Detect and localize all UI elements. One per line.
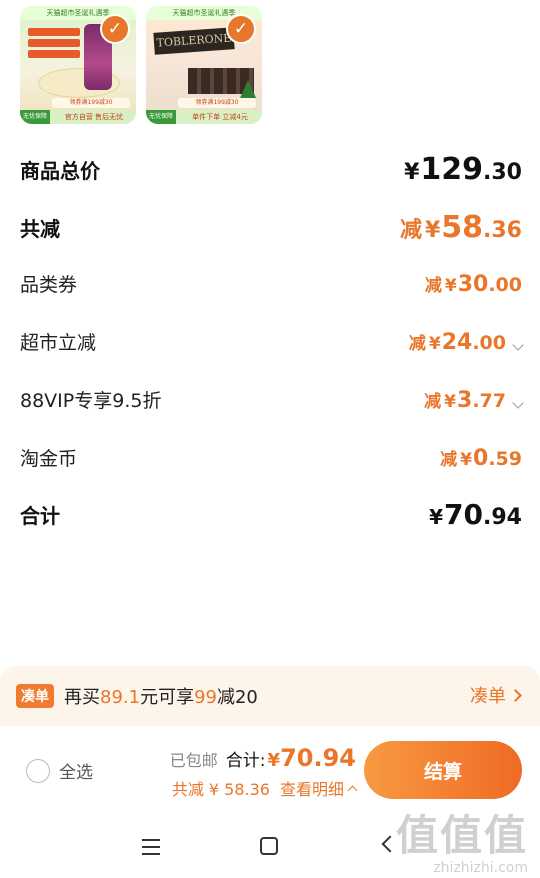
product-tag-bar: 无忧保障 单件下单 立减4元 <box>146 110 262 124</box>
product-brand-label: TOBLERONE <box>153 27 235 55</box>
total-discount-amount: 减 ¥ 58 .36 <box>400 210 522 245</box>
chevron-down-icon[interactable] <box>512 338 524 351</box>
menu-icon[interactable] <box>142 839 160 860</box>
checkout-total-value: 70.94 <box>280 744 356 772</box>
addon-offer-text: 减20 <box>216 687 258 708</box>
subtotal-amount: ¥ 129 .30 <box>401 152 522 187</box>
discount-line-amount: 减 ¥ 0 .59 <box>440 445 522 471</box>
yen-sign: ¥ <box>460 449 473 470</box>
total-discount-label: 共减 <box>20 217 60 241</box>
subtotal-row: 商品总价 ¥ 129 .30 <box>20 152 522 187</box>
view-detail-link[interactable]: 查看明细 <box>280 776 344 800</box>
yen-sign: ¥ <box>444 275 457 296</box>
amount-decimal: .77 <box>472 389 506 412</box>
discount-prefix: 减 <box>399 218 422 243</box>
product-tag: 单件下单 立减4元 <box>192 113 248 121</box>
checkmark-icon[interactable]: ✓ <box>100 14 130 44</box>
amount-decimal: .30 <box>483 160 522 185</box>
chevron-down-icon[interactable] <box>512 396 524 409</box>
chevron-up-icon <box>347 785 358 795</box>
discount-line-label: 品类券 <box>20 274 78 296</box>
product-thumbnail-1[interactable]: 天猫超市圣诞礼遇季 ✓ 领券满199减30 无忧保障 官方自营 售后无忧 <box>20 6 136 124</box>
select-all[interactable]: 全选 <box>26 758 93 783</box>
watermark-url: zhizhizhi.com <box>433 860 528 876</box>
grand-total-label: 合计 <box>20 504 60 528</box>
product-tag-bar: 无忧保障 官方自营 售后无忧 <box>20 110 136 124</box>
amount-decimal: .00 <box>488 273 522 296</box>
product-promo: 领券满199减30 <box>52 98 130 108</box>
addon-link[interactable]: 凑单 <box>470 682 522 708</box>
amount-decimal: .00 <box>472 331 506 354</box>
checkout-bar: 全选 已包邮 合计: ¥ 70.94 共减 ¥ 58.36 查看明细 结算 <box>0 726 540 812</box>
amount-decimal: .59 <box>488 447 522 470</box>
system-nav-bar: 值值值 zhizhizhi.com <box>0 812 540 878</box>
checkout-discount-text: 共减 ¥ 58.36 <box>171 780 270 799</box>
guarantee-badge: 无忧保障 <box>146 110 176 124</box>
checkout-button[interactable]: 结算 <box>364 741 522 799</box>
amount-integer: 70 <box>444 498 484 531</box>
amount-integer: 3 <box>457 387 473 413</box>
discount-prefix: 减 <box>440 449 458 470</box>
discount-prefix: 减 <box>424 275 442 296</box>
discount-prefix: 减 <box>424 391 442 412</box>
amount-decimal: .94 <box>483 505 522 530</box>
cart-settlement-page: 天猫超市圣诞礼遇季 ✓ 领券满199减30 无忧保障 官方自营 售后无忧 天猫超… <box>0 0 540 878</box>
discount-line-label: 88VIP专享9.5折 <box>20 390 162 412</box>
select-all-label: 全选 <box>59 763 93 783</box>
checkmark-icon[interactable]: ✓ <box>226 14 256 44</box>
watermark-logo: 值值值 <box>395 811 528 860</box>
discount-row-88vip[interactable]: 88VIP专享9.5折 减 ¥ 3 .77 <box>20 386 524 413</box>
yen-sign: ¥ <box>428 333 441 354</box>
addon-chip: 凑单 <box>16 684 54 708</box>
subtotal-label: 商品总价 <box>20 159 100 183</box>
addon-amount: 89.1 <box>100 687 141 708</box>
watermark: 值值值 zhizhizhi.com <box>395 811 528 877</box>
yen-sign: ¥ <box>444 391 457 412</box>
amount-integer: 30 <box>457 271 489 297</box>
amount-integer: 58 <box>441 210 484 245</box>
amount-integer: 129 <box>420 152 484 187</box>
chevron-right-icon <box>509 688 522 702</box>
amount-integer: 24 <box>441 329 473 355</box>
discount-row-category-coupon: 品类券 减 ¥ 30 .00 <box>20 270 522 297</box>
shipping-status: 已包邮 <box>169 751 218 770</box>
checkout-total-label: 合计: <box>225 751 266 771</box>
checkout-discount[interactable]: 共减 ¥ 58.36 查看明细 <box>171 776 358 800</box>
amount-integer: 0 <box>473 445 489 471</box>
addon-offer-num: 99 <box>194 687 217 708</box>
discount-row-supermarket[interactable]: 超市立减 减 ¥ 24 .00 <box>20 328 524 355</box>
discount-line-amount: 减 ¥ 3 .77 <box>424 387 524 413</box>
discount-line-amount: 减 ¥ 24 .00 <box>408 329 524 355</box>
product-thumbnails: 天猫超市圣诞礼遇季 ✓ 领券满199减30 无忧保障 官方自营 售后无忧 天猫超… <box>20 6 262 128</box>
grand-total-amount: ¥ 70 .94 <box>426 498 522 531</box>
guarantee-badge: 无忧保障 <box>20 110 50 124</box>
grand-total-row: 合计 ¥ 70 .94 <box>20 498 522 531</box>
checkout-total: 已包邮 合计: ¥ 70.94 <box>170 744 356 772</box>
amount-decimal: .36 <box>483 218 522 243</box>
home-icon[interactable] <box>260 837 278 855</box>
addon-text-before: 再买 <box>64 687 100 708</box>
product-promo: 领券满199减30 <box>178 98 256 108</box>
select-all-radio[interactable] <box>26 758 50 783</box>
addon-message: 再买89.1元可享99减20 <box>64 683 258 709</box>
discount-line-label: 超市立减 <box>20 332 97 354</box>
christmas-tree-icon <box>240 80 256 98</box>
yen-sign: ¥ <box>424 218 441 243</box>
product-thumbnail-2[interactable]: 天猫超市圣诞礼遇季 TOBLERONE ✓ 领券满199减30 无忧保障 单件下… <box>146 6 262 124</box>
discount-prefix: 减 <box>408 333 426 354</box>
yen-sign: ¥ <box>404 160 420 185</box>
discount-line-amount: 减 ¥ 30 .00 <box>425 271 522 297</box>
yen-sign: ¥ <box>429 505 444 529</box>
discount-line-label: 淘金币 <box>20 448 78 470</box>
yen-sign: ¥ <box>267 750 281 771</box>
total-discount-row: 共减 减 ¥ 58 .36 <box>20 210 522 245</box>
discount-row-taojinbi: 淘金币 减 ¥ 0 .59 <box>20 444 522 471</box>
addon-banner[interactable]: 凑单 再买89.1元可享99减20 凑单 <box>0 666 540 726</box>
product-side-labels <box>28 28 80 66</box>
addon-link-label: 凑单 <box>470 686 506 707</box>
addon-text-mid: 元可享 <box>140 687 195 708</box>
product-tag: 官方自营 售后无忧 <box>64 113 124 121</box>
